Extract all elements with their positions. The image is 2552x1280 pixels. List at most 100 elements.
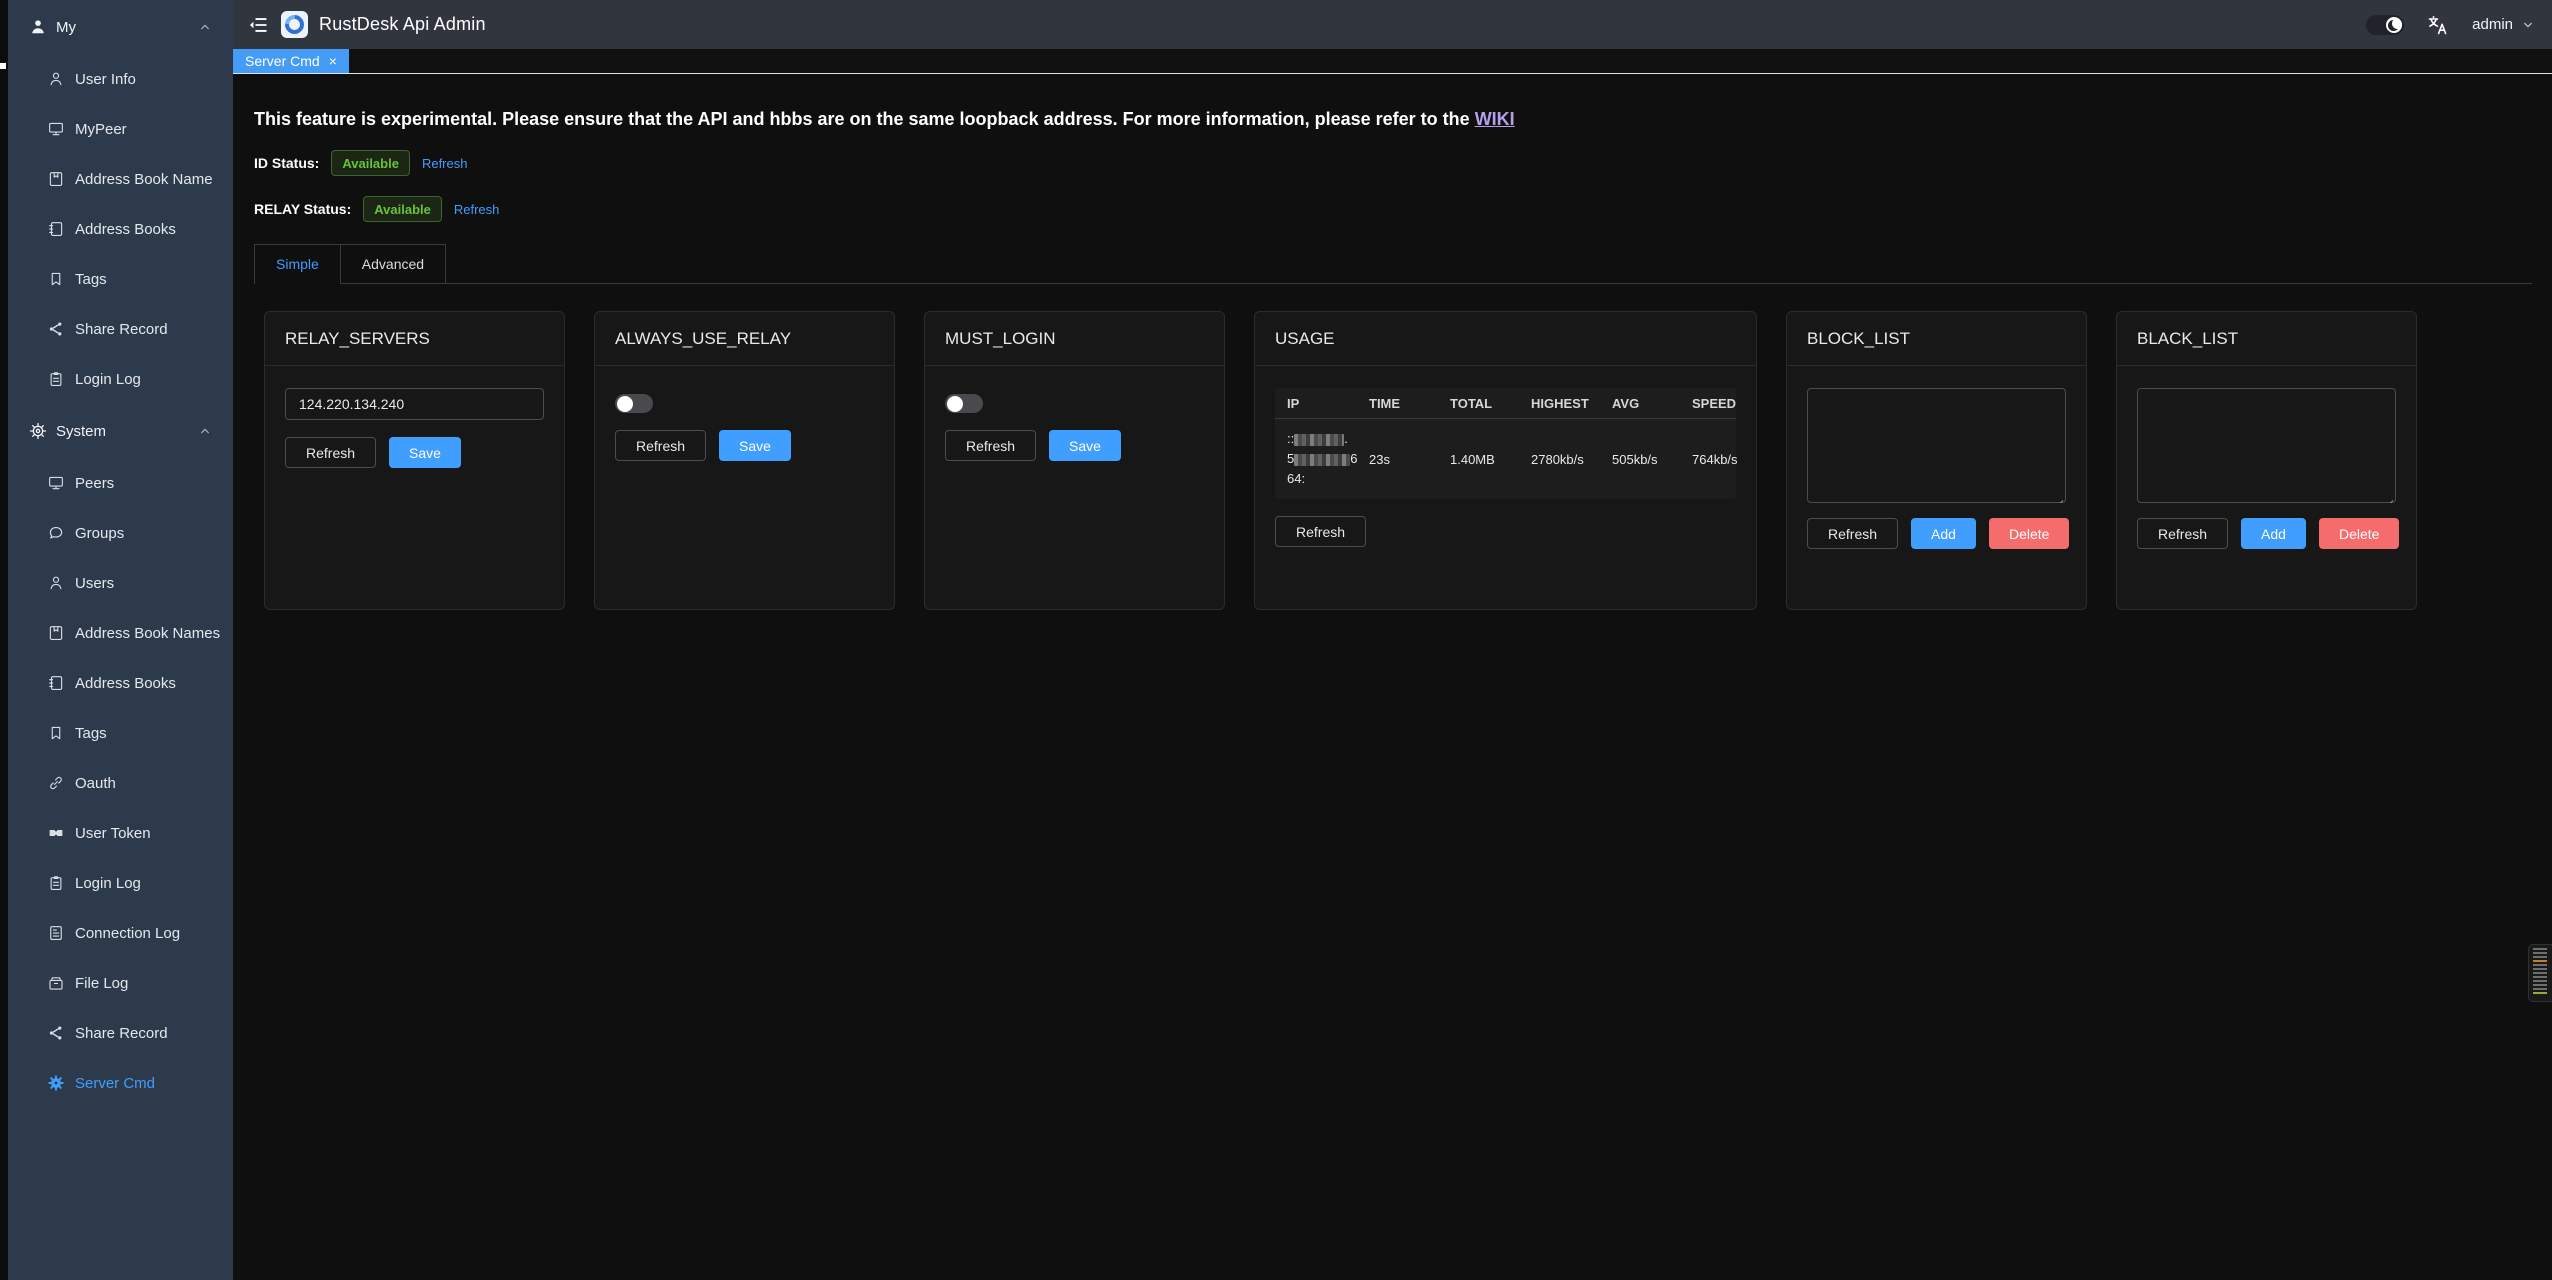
share-icon: [47, 320, 65, 338]
monitor-icon: [47, 120, 65, 138]
tab-advanced-label: Advanced: [362, 256, 424, 272]
app-title: RustDesk Api Admin: [319, 14, 486, 35]
sidebar-item-address-books[interactable]: Address Books: [8, 204, 233, 254]
card-relay-servers: RELAY_SERVERS Refresh Save: [264, 311, 565, 610]
clipboard-icon: [47, 370, 65, 388]
always-use-relay-toggle[interactable]: [615, 394, 653, 413]
translate-icon[interactable]: [2426, 13, 2450, 37]
tab-simple[interactable]: Simple: [254, 244, 341, 283]
sidebar-item-login-log[interactable]: Login Log: [8, 354, 233, 404]
link-icon: [47, 774, 65, 792]
usage-col-ip: IP: [1287, 396, 1369, 411]
always-use-relay-save-button[interactable]: Save: [719, 430, 791, 461]
user-icon: [47, 574, 65, 592]
usage-highest-value: 2780kb/s: [1531, 452, 1612, 467]
black-list-add-button[interactable]: Add: [2241, 518, 2306, 549]
sidebar-item-groups[interactable]: Groups: [8, 508, 233, 558]
usage-avg-value: 505kb/s: [1612, 452, 1692, 467]
chat-icon: [47, 524, 65, 542]
black-list-textarea[interactable]: [2137, 388, 2396, 503]
black-list-refresh-button[interactable]: Refresh: [2137, 518, 2228, 549]
chevron-up-icon: [197, 19, 213, 35]
minimap-stripe: [2533, 960, 2547, 962]
sidebar-scrollbar-thumb[interactable]: [0, 63, 6, 69]
black-list-delete-button[interactable]: Delete: [2319, 518, 2399, 549]
sidebar-item-connection-log[interactable]: Connection Log: [8, 908, 233, 958]
sidebar-item-login-log-system[interactable]: Login Log: [8, 858, 233, 908]
relay-servers-refresh-button[interactable]: Refresh: [285, 437, 376, 468]
relay-status-refresh-link[interactable]: Refresh: [454, 202, 500, 217]
chevron-up-icon: [197, 423, 213, 439]
minimap-stripe: [2533, 964, 2547, 966]
main-area: RustDesk Api Admin admin Server Cmd ×: [233, 0, 2552, 1280]
usage-col-total: TOTAL: [1450, 396, 1531, 411]
close-icon[interactable]: ×: [329, 54, 337, 68]
wiki-link[interactable]: WIKI: [1475, 109, 1515, 129]
always-use-relay-refresh-button[interactable]: Refresh: [615, 430, 706, 461]
block-list-textarea[interactable]: [1807, 388, 2066, 503]
relay-servers-input[interactable]: [285, 388, 544, 420]
sidebar: My User Info MyPeer Address Book Name Ad…: [0, 0, 233, 1280]
sidebar-item-share-record[interactable]: Share Record: [8, 304, 233, 354]
sidebar-item-peers[interactable]: Peers: [8, 458, 233, 508]
sidebar-item-label: Groups: [75, 525, 124, 542]
sidebar-group-my[interactable]: My: [8, 0, 233, 54]
sidebar-item-label: Share Record: [75, 1025, 168, 1042]
share-icon: [47, 1024, 65, 1042]
sidebar-item-address-book-name[interactable]: Address Book Name: [8, 154, 233, 204]
sidebar-item-users[interactable]: Users: [8, 558, 233, 608]
sidebar-item-address-books-system[interactable]: Address Books: [8, 658, 233, 708]
book-icon: [47, 624, 65, 642]
sidebar-item-oauth[interactable]: Oauth: [8, 758, 233, 808]
usage-ip-cell: ::. 56 64:: [1287, 429, 1369, 489]
card-must-login: MUST_LOGIN Refresh Save: [924, 311, 1225, 610]
minimap-stripe: [2533, 948, 2547, 950]
card-always-use-relay: ALWAYS_USE_RELAY Refresh Save: [594, 311, 895, 610]
must-login-refresh-button[interactable]: Refresh: [945, 430, 1036, 461]
sidebar-item-tags-system[interactable]: Tags: [8, 708, 233, 758]
block-list-refresh-button[interactable]: Refresh: [1807, 518, 1898, 549]
user-icon: [47, 70, 65, 88]
tab-simple-label: Simple: [276, 256, 319, 272]
sidebar-item-label: Address Book Names: [75, 625, 220, 642]
scroll-minimap: [2528, 944, 2552, 1002]
theme-toggle[interactable]: [2366, 15, 2404, 35]
block-list-add-button[interactable]: Add: [1911, 518, 1976, 549]
minimap-stripe: [2533, 976, 2547, 978]
relay-status-row: RELAY Status: Available Refresh: [254, 196, 2532, 222]
sidebar-item-mypeer[interactable]: MyPeer: [8, 104, 233, 154]
sidebar-item-address-book-names[interactable]: Address Book Names: [8, 608, 233, 658]
sidebar-item-label: User Info: [75, 71, 136, 88]
sidebar-item-user-token[interactable]: User Token: [8, 808, 233, 858]
id-status-refresh-link[interactable]: Refresh: [422, 156, 468, 171]
menu-fold-icon[interactable]: [247, 14, 269, 36]
sidebar-item-share-record-system[interactable]: Share Record: [8, 1008, 233, 1058]
sidebar-item-label: Tags: [75, 271, 107, 288]
sidebar-item-tags[interactable]: Tags: [8, 254, 233, 304]
sidebar-item-label: Login Log: [75, 371, 141, 388]
route-tab-server-cmd[interactable]: Server Cmd ×: [233, 49, 349, 73]
relay-servers-save-button[interactable]: Save: [389, 437, 461, 468]
tab-advanced[interactable]: Advanced: [341, 244, 446, 283]
sidebar-item-server-cmd[interactable]: Server Cmd: [8, 1058, 233, 1108]
user-menu[interactable]: admin: [2472, 16, 2536, 33]
rustdesk-admin-app: My User Info MyPeer Address Book Name Ad…: [0, 0, 2552, 1280]
minimap-stripe: [2533, 992, 2547, 994]
toggle-knob: [947, 396, 963, 412]
bookmark-icon: [47, 270, 65, 288]
sidebar-item-user-info[interactable]: User Info: [8, 54, 233, 104]
sidebar-item-label: Tags: [75, 725, 107, 742]
minimap-stripe: [2533, 972, 2547, 974]
block-list-delete-button[interactable]: Delete: [1989, 518, 2069, 549]
sidebar-item-file-log[interactable]: File Log: [8, 958, 233, 1008]
usage-refresh-button[interactable]: Refresh: [1275, 516, 1366, 547]
chevron-down-icon: [2520, 17, 2536, 33]
view-tabs: Simple Advanced: [254, 244, 2532, 284]
must-login-save-button[interactable]: Save: [1049, 430, 1121, 461]
username: admin: [2472, 16, 2513, 33]
card-title: USAGE: [1255, 312, 1756, 366]
sidebar-item-label: Address Books: [75, 221, 176, 238]
must-login-toggle[interactable]: [945, 394, 983, 413]
usage-table-row: ::. 56 64: 23s 1.40MB 2780kb/s 505kb/s 7…: [1275, 419, 1736, 499]
sidebar-group-system[interactable]: System: [8, 404, 233, 458]
